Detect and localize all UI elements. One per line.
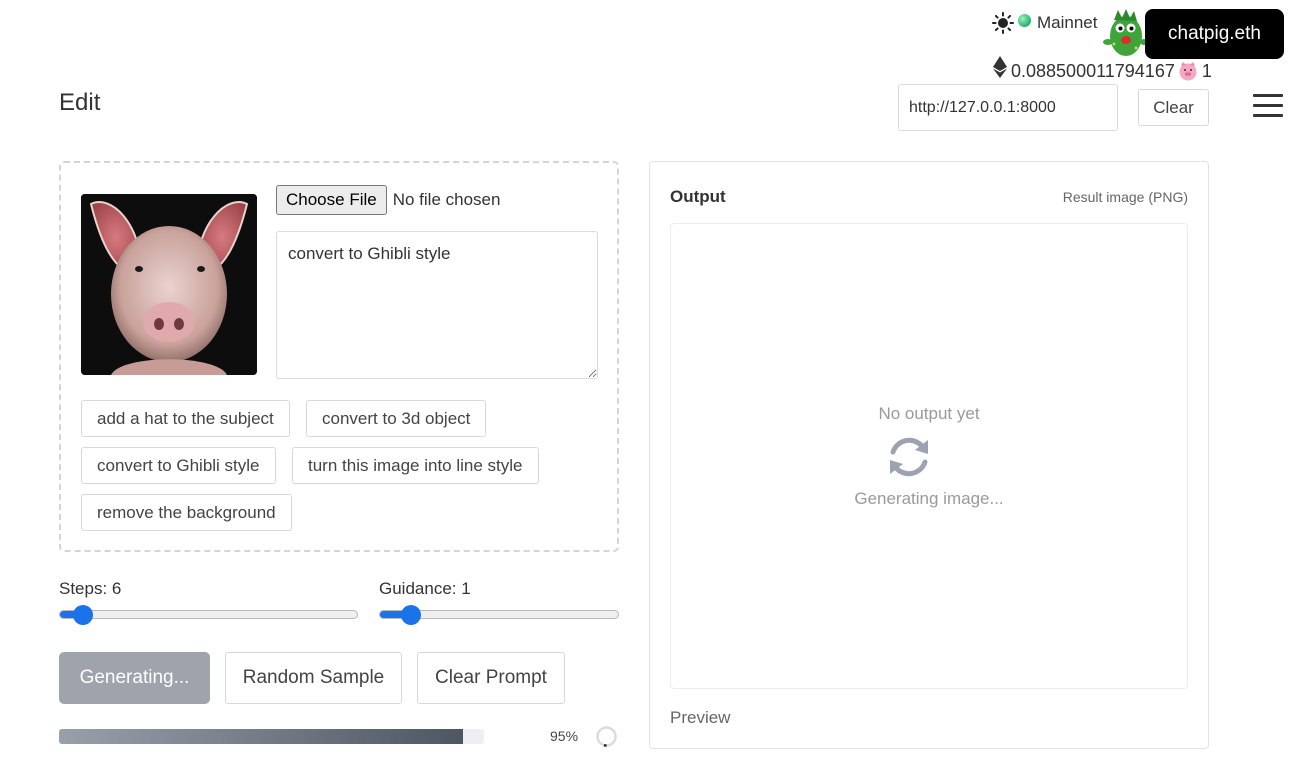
account-name: chatpig.eth (1168, 23, 1261, 44)
steps-label: Steps: 6 (59, 579, 122, 598)
network-status-dot (1018, 13, 1031, 27)
steps-slider[interactable] (59, 610, 358, 619)
suggestion-chip[interactable]: add a hat to the subject (81, 400, 290, 437)
account-button[interactable]: chatpig.eth (1145, 9, 1284, 59)
hamburger-menu-icon[interactable] (1253, 94, 1283, 118)
sun-icon[interactable] (992, 12, 1014, 34)
image-edit-panel: Choose File No file chosen add a hat to … (59, 161, 619, 552)
progress-bar-fill (59, 729, 463, 744)
guidance-label: Guidance: 1 (379, 579, 471, 598)
steps-slider-handle[interactable] (73, 605, 93, 625)
refresh-icon (890, 437, 928, 477)
suggestion-chip[interactable]: remove the background (81, 494, 292, 531)
clear-prompt-button[interactable]: Clear Prompt (417, 652, 565, 704)
pig-count: 1 (1201, 60, 1212, 81)
generate-button[interactable]: Generating... (59, 652, 210, 704)
server-url-input[interactable] (898, 84, 1118, 131)
suggestion-chip[interactable]: convert to Ghibli style (81, 447, 276, 484)
pig-icon (1179, 62, 1197, 81)
progress-bar (59, 729, 484, 744)
network-label: Mainnet (1037, 13, 1098, 32)
preview-label: Preview (670, 708, 731, 727)
pig-photo (81, 194, 257, 375)
suggestion-chip[interactable]: convert to 3d object (306, 400, 487, 437)
random-sample-button[interactable]: Random Sample (225, 652, 402, 704)
generating-status: Generating image... (854, 489, 1004, 508)
network-status: Mainnet (992, 10, 1097, 36)
prompt-input[interactable] (276, 231, 598, 379)
eth-balance: 0.088500011794167 (1011, 60, 1175, 81)
ethereum-icon (993, 56, 1007, 78)
input-image-thumbnail (81, 194, 257, 375)
clear-url-button[interactable]: Clear (1138, 89, 1209, 126)
avatar[interactable] (1100, 8, 1148, 58)
output-subtitle: Result image (PNG) (1062, 189, 1188, 205)
file-picker: Choose File No file chosen (276, 185, 500, 215)
suggestion-chip[interactable]: turn this image into line style (292, 447, 539, 484)
balance-row: 0.088500011794167 1 (993, 56, 1212, 82)
output-panel: Output Result image (PNG) No output yet … (649, 161, 1209, 749)
guidance-slider-handle[interactable] (401, 605, 421, 625)
empty-output-message: No output yet (878, 404, 980, 423)
loading-spinner-icon (596, 726, 617, 747)
output-title: Output (670, 187, 726, 206)
page-title: Edit (59, 89, 101, 116)
choose-file-button[interactable]: Choose File (276, 185, 387, 215)
progress-percent: 95% (550, 728, 579, 744)
file-status: No file chosen (392, 190, 501, 209)
